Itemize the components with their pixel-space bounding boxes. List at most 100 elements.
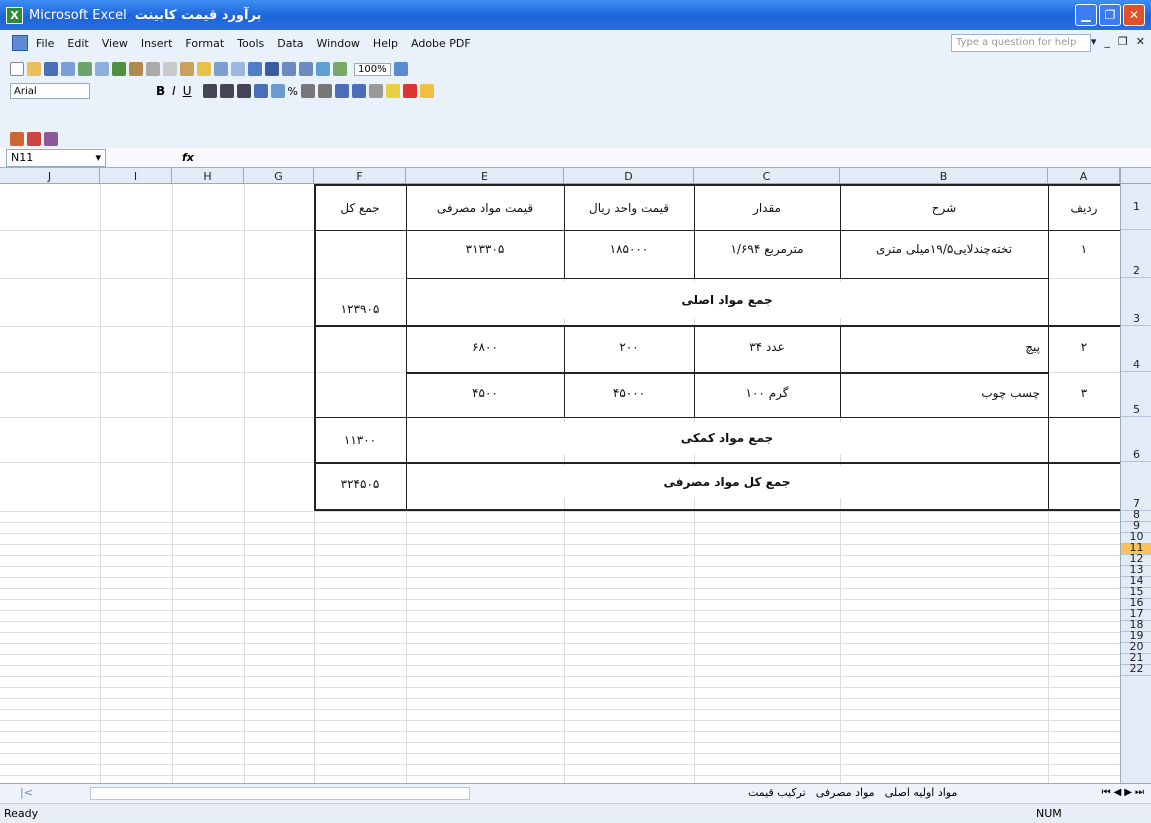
copy-icon[interactable]: [163, 62, 177, 76]
font-select[interactable]: Arial: [10, 83, 90, 99]
tab-consumables[interactable]: مواد مصرفی: [816, 786, 875, 799]
pdf-convert-icon[interactable]: [10, 132, 24, 146]
menu-adobe-pdf[interactable]: Adobe PDF: [411, 37, 471, 50]
header-row-number[interactable]: ردیف: [1050, 188, 1118, 228]
increase-decimal-icon[interactable]: [300, 84, 315, 98]
chart-wizard-icon[interactable]: [316, 62, 330, 76]
restore-workbook-icon[interactable]: ❐: [1118, 35, 1128, 48]
row-header-3[interactable]: 3: [1121, 278, 1151, 326]
col-header-d[interactable]: D: [564, 168, 694, 184]
cell-subtotal-aux-label[interactable]: جمع مواد کمکی: [408, 422, 1046, 454]
cell-f3-subtotal-main[interactable]: ۱۲۳۹۰۵: [316, 294, 404, 324]
italic-icon[interactable]: I: [172, 84, 176, 98]
decrease-indent-icon[interactable]: [334, 84, 349, 98]
align-center-icon[interactable]: [219, 84, 234, 98]
redo-icon[interactable]: [231, 62, 245, 76]
close-workbook-icon[interactable]: ✕: [1136, 35, 1145, 48]
cell-d5[interactable]: ۴۵۰۰۰: [566, 378, 692, 408]
row-header-5[interactable]: 5: [1121, 372, 1151, 417]
merge-center-icon[interactable]: [253, 84, 268, 98]
pdf-email-icon[interactable]: [27, 132, 41, 146]
undo-icon[interactable]: [214, 62, 228, 76]
highlight-icon[interactable]: [419, 84, 434, 98]
header-description[interactable]: شرح: [842, 188, 1046, 228]
currency-icon[interactable]: [270, 84, 285, 98]
close-button[interactable]: ✕: [1123, 4, 1145, 26]
autosum-icon[interactable]: [265, 62, 279, 76]
row-header-4[interactable]: 4: [1121, 326, 1151, 372]
zoom-select[interactable]: 100%: [354, 62, 391, 76]
menu-tools[interactable]: Tools: [237, 37, 264, 50]
minimize-workbook-icon[interactable]: ▾: [1091, 35, 1097, 48]
cell-d4[interactable]: ۲۰۰: [566, 332, 692, 362]
cell-c2[interactable]: ۱/۶۹۴ مترمربع: [696, 234, 838, 264]
minimize-button[interactable]: ▁: [1075, 4, 1097, 26]
col-header-c[interactable]: C: [694, 168, 840, 184]
cell-d2[interactable]: ۱۸۵۰۰۰: [566, 234, 692, 264]
col-header-e[interactable]: E: [406, 168, 564, 184]
menu-format[interactable]: Format: [185, 37, 224, 50]
header-total[interactable]: جمع کل: [316, 188, 404, 228]
font-color-icon[interactable]: [402, 84, 417, 98]
open-icon[interactable]: [27, 62, 41, 76]
hyperlink-icon[interactable]: [248, 62, 262, 76]
scroll-left-icon[interactable]: |<: [20, 786, 33, 799]
col-header-g[interactable]: G: [244, 168, 314, 184]
col-header-b[interactable]: B: [840, 168, 1048, 184]
help-icon[interactable]: [393, 62, 408, 76]
fx-icon[interactable]: fx: [182, 151, 194, 164]
col-header-f[interactable]: F: [314, 168, 406, 184]
align-left-icon[interactable]: [202, 84, 217, 98]
cell-a5[interactable]: ۳: [1050, 378, 1118, 408]
drawing-icon[interactable]: [333, 62, 347, 76]
help-search-input[interactable]: Type a question for help: [951, 34, 1091, 52]
cell-a4[interactable]: ۲: [1050, 332, 1118, 362]
cell-total-label[interactable]: جمع کل مواد مصرفی: [408, 466, 1046, 498]
cell-c4[interactable]: ۳۴ عدد: [696, 332, 838, 362]
percent-icon[interactable]: %: [288, 85, 298, 98]
cell-e4[interactable]: ۶۸۰۰: [408, 332, 562, 362]
header-unit-price[interactable]: قیمت واحد ریال: [566, 188, 692, 228]
sort-ascending-icon[interactable]: [282, 62, 296, 76]
maximize-button[interactable]: ❐: [1099, 4, 1121, 26]
print-icon[interactable]: [78, 62, 92, 76]
cell-b5[interactable]: چسب چوب: [842, 378, 1046, 408]
header-material-price[interactable]: قیمت مواد مصرفی: [408, 188, 562, 228]
spelling-icon[interactable]: [112, 62, 126, 76]
decrease-decimal-icon[interactable]: [317, 84, 332, 98]
col-header-h[interactable]: H: [172, 168, 244, 184]
permission-icon[interactable]: [61, 62, 75, 76]
header-quantity[interactable]: مقدار: [696, 188, 838, 228]
worksheet-grid[interactable]: جمع کل قیمت مواد مصرفی قیمت واحد ریال مق…: [0, 184, 1120, 783]
cut-icon[interactable]: [146, 62, 160, 76]
increase-indent-icon[interactable]: [351, 84, 366, 98]
menu-file[interactable]: File: [36, 37, 54, 50]
save-icon[interactable]: [44, 62, 58, 76]
new-icon[interactable]: [10, 62, 24, 76]
name-box[interactable]: N11 ▾: [6, 148, 106, 167]
menu-help[interactable]: Help: [373, 37, 398, 50]
row-header-1[interactable]: 1: [1121, 184, 1151, 230]
menu-data[interactable]: Data: [277, 37, 303, 50]
row-header-6[interactable]: 6: [1121, 417, 1151, 462]
chevron-down-icon[interactable]: ▾: [95, 151, 101, 165]
cell-c5[interactable]: ۱۰۰ گرم: [696, 378, 838, 408]
select-all-corner[interactable]: [1120, 168, 1151, 184]
minimize-workbook-icon-2[interactable]: _: [1104, 35, 1110, 48]
format-painter-icon[interactable]: [197, 62, 211, 76]
workbook-icon[interactable]: [12, 35, 28, 51]
menu-insert[interactable]: Insert: [141, 37, 173, 50]
font-size-select[interactable]: [93, 84, 153, 98]
cell-e2[interactable]: ۳۱۳۳۰۵: [408, 234, 562, 264]
cell-f6-subtotal-aux[interactable]: ۱۱۳۰۰: [316, 424, 404, 456]
horizontal-scrollbar[interactable]: [90, 787, 470, 800]
tab-navigation[interactable]: ⏮◀▶⏭: [1102, 787, 1147, 798]
sort-descending-icon[interactable]: [299, 62, 313, 76]
print-preview-icon[interactable]: [95, 62, 109, 76]
col-header-i[interactable]: I: [100, 168, 172, 184]
col-header-j[interactable]: J: [0, 168, 100, 184]
pdf-review-icon[interactable]: [44, 132, 58, 146]
cell-b4[interactable]: پیچ: [842, 332, 1046, 362]
cell-b2[interactable]: تخته‌چندلایی۱۹/۵میلی متری: [842, 234, 1046, 264]
cell-e5[interactable]: ۴۵۰۰: [408, 378, 562, 408]
